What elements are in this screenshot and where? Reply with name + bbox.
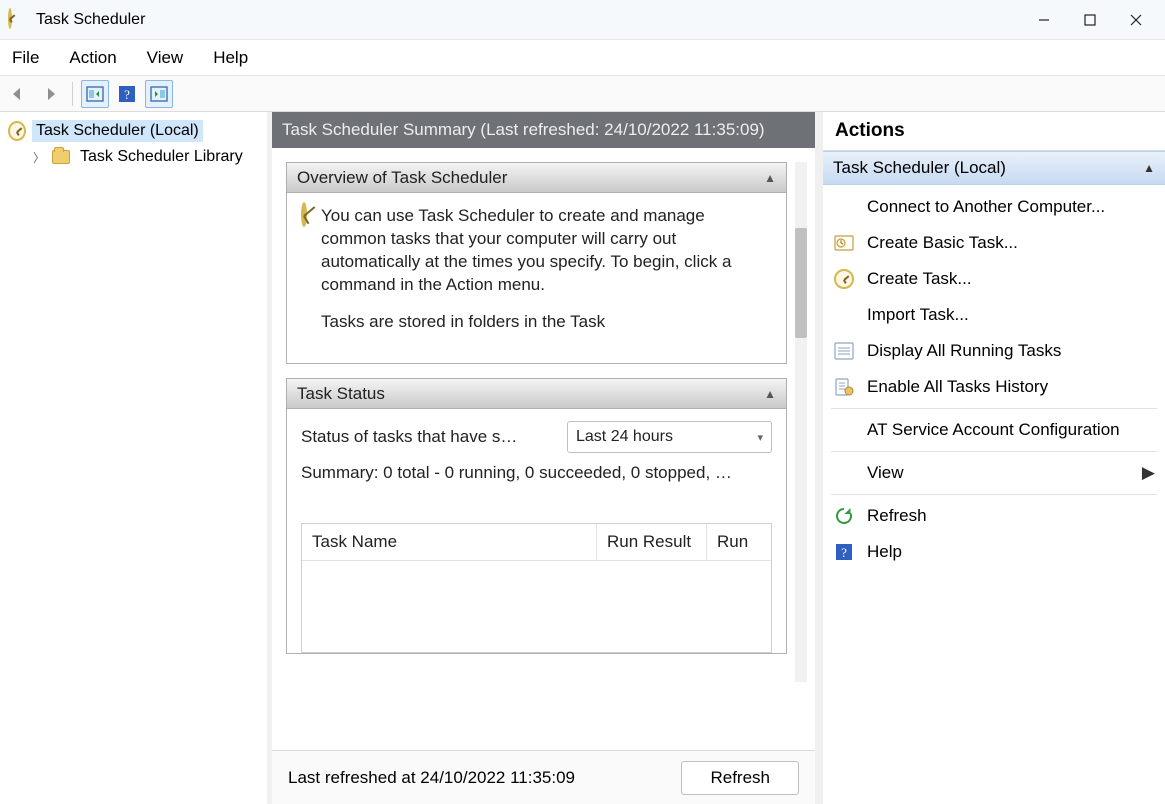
- action-label: Import Task...: [867, 305, 969, 325]
- action-create-basic-task[interactable]: Create Basic Task...: [823, 225, 1165, 261]
- task-status-table: Task Name Run Result Run: [301, 523, 772, 653]
- blank-icon: [833, 196, 855, 218]
- column-header-task-name[interactable]: Task Name: [302, 524, 597, 560]
- show-hide-action-pane-button[interactable]: [145, 80, 173, 108]
- action-label: Help: [867, 542, 902, 562]
- action-label: AT Service Account Configuration: [867, 420, 1120, 440]
- list-window-icon: [833, 340, 855, 362]
- actions-pane: Actions Task Scheduler (Local) ▲ Connect…: [823, 112, 1165, 804]
- status-label: Status of tasks that have s…: [301, 427, 555, 447]
- time-range-dropdown[interactable]: Last 24 hours ▾: [567, 421, 772, 453]
- action-label: Create Basic Task...: [867, 233, 1018, 253]
- collapse-caret-icon[interactable]: ▲: [1143, 161, 1155, 175]
- clock-icon: [833, 268, 855, 290]
- panel-title: Task Status: [297, 384, 385, 404]
- history-list-icon: [833, 376, 855, 398]
- app-clock-icon: [8, 10, 28, 30]
- svg-text:?: ?: [124, 87, 130, 102]
- actions-separator: [831, 408, 1157, 409]
- dropdown-value: Last 24 hours: [576, 428, 673, 446]
- clock-window-icon: [833, 232, 855, 254]
- actions-pane-title: Actions: [823, 112, 1165, 151]
- blank-icon: [833, 462, 855, 484]
- action-import-task[interactable]: Import Task...: [823, 297, 1165, 333]
- help-toolbar-button[interactable]: ?: [113, 80, 141, 108]
- console-tree-pane: Task Scheduler (Local) 〉 Task Scheduler …: [0, 112, 272, 804]
- window-title: Task Scheduler: [36, 11, 145, 29]
- blank-icon: [833, 419, 855, 441]
- overview-text-continued: Tasks are stored in folders in the Task: [321, 311, 772, 334]
- action-label: Create Task...: [867, 269, 972, 289]
- tree-node-library[interactable]: 〉 Task Scheduler Library: [4, 144, 263, 170]
- nav-forward-button[interactable]: [36, 80, 64, 108]
- summary-header: Task Scheduler Summary (Last refreshed: …: [272, 112, 815, 148]
- tree-node-label: Task Scheduler (Local): [32, 120, 203, 142]
- actions-section-header[interactable]: Task Scheduler (Local) ▲: [823, 151, 1165, 185]
- tree-node-label: Task Scheduler Library: [76, 146, 247, 168]
- minimize-button[interactable]: [1021, 0, 1067, 40]
- action-connect-computer[interactable]: Connect to Another Computer...: [823, 189, 1165, 225]
- action-at-service-config[interactable]: AT Service Account Configuration: [823, 412, 1165, 448]
- overview-panel: Overview of Task Scheduler ▲ You can use…: [286, 162, 787, 364]
- tree-node-root[interactable]: Task Scheduler (Local): [4, 118, 263, 144]
- refresh-button[interactable]: Refresh: [681, 761, 799, 795]
- clock-icon: [301, 205, 307, 351]
- collapse-caret-icon[interactable]: ▲: [764, 171, 776, 185]
- column-header-run[interactable]: Run: [707, 524, 771, 560]
- menubar: File Action View Help: [0, 40, 1165, 76]
- action-display-running-tasks[interactable]: Display All Running Tasks: [823, 333, 1165, 369]
- vertical-scrollbar[interactable]: [795, 162, 807, 682]
- close-button[interactable]: [1113, 0, 1159, 40]
- svg-text:?: ?: [841, 545, 847, 560]
- action-refresh[interactable]: Refresh: [823, 498, 1165, 534]
- toolbar: ?: [0, 76, 1165, 112]
- action-create-task[interactable]: Create Task...: [823, 261, 1165, 297]
- maximize-button[interactable]: [1067, 0, 1113, 40]
- action-view[interactable]: View ▶: [823, 455, 1165, 491]
- action-label: Connect to Another Computer...: [867, 197, 1105, 217]
- folder-icon: [52, 148, 70, 166]
- panel-title: Overview of Task Scheduler: [297, 168, 507, 188]
- status-summary: Summary: 0 total - 0 running, 0 succeede…: [301, 463, 772, 483]
- menu-view[interactable]: View: [143, 44, 188, 72]
- refresh-icon: [833, 505, 855, 527]
- actions-separator: [831, 451, 1157, 452]
- action-label: Enable All Tasks History: [867, 377, 1048, 397]
- details-pane: Task Scheduler Summary (Last refreshed: …: [272, 112, 823, 804]
- column-header-run-result[interactable]: Run Result: [597, 524, 707, 560]
- menu-action[interactable]: Action: [65, 44, 120, 72]
- menu-file[interactable]: File: [8, 44, 43, 72]
- action-enable-tasks-history[interactable]: Enable All Tasks History: [823, 369, 1165, 405]
- action-help[interactable]: ? Help: [823, 534, 1165, 570]
- show-hide-console-tree-button[interactable]: [81, 80, 109, 108]
- chevron-down-icon: ▾: [757, 431, 763, 444]
- action-label: Display All Running Tasks: [867, 341, 1061, 361]
- actions-separator: [831, 494, 1157, 495]
- collapse-caret-icon[interactable]: ▲: [764, 387, 776, 401]
- last-refreshed-label: Last refreshed at 24/10/2022 11:35:09: [288, 768, 575, 788]
- task-status-panel: Task Status ▲ Status of tasks that have …: [286, 378, 787, 654]
- menu-help[interactable]: Help: [209, 44, 252, 72]
- overview-text: You can use Task Scheduler to create and…: [321, 205, 772, 297]
- scrollbar-thumb[interactable]: [795, 228, 807, 338]
- task-status-panel-header[interactable]: Task Status ▲: [287, 379, 786, 409]
- nav-back-button[interactable]: [4, 80, 32, 108]
- titlebar: Task Scheduler: [0, 0, 1165, 40]
- help-icon: ?: [833, 541, 855, 563]
- summary-footer: Last refreshed at 24/10/2022 11:35:09 Re…: [272, 750, 815, 804]
- submenu-caret-icon: ▶: [1142, 463, 1155, 483]
- overview-panel-header[interactable]: Overview of Task Scheduler ▲: [287, 163, 786, 193]
- toolbar-separator: [72, 82, 73, 106]
- actions-section-label: Task Scheduler (Local): [833, 158, 1006, 178]
- blank-icon: [833, 304, 855, 326]
- action-label: Refresh: [867, 506, 927, 526]
- clock-icon: [8, 122, 26, 140]
- action-label: View: [867, 463, 904, 483]
- expand-caret-icon[interactable]: 〉: [32, 150, 46, 164]
